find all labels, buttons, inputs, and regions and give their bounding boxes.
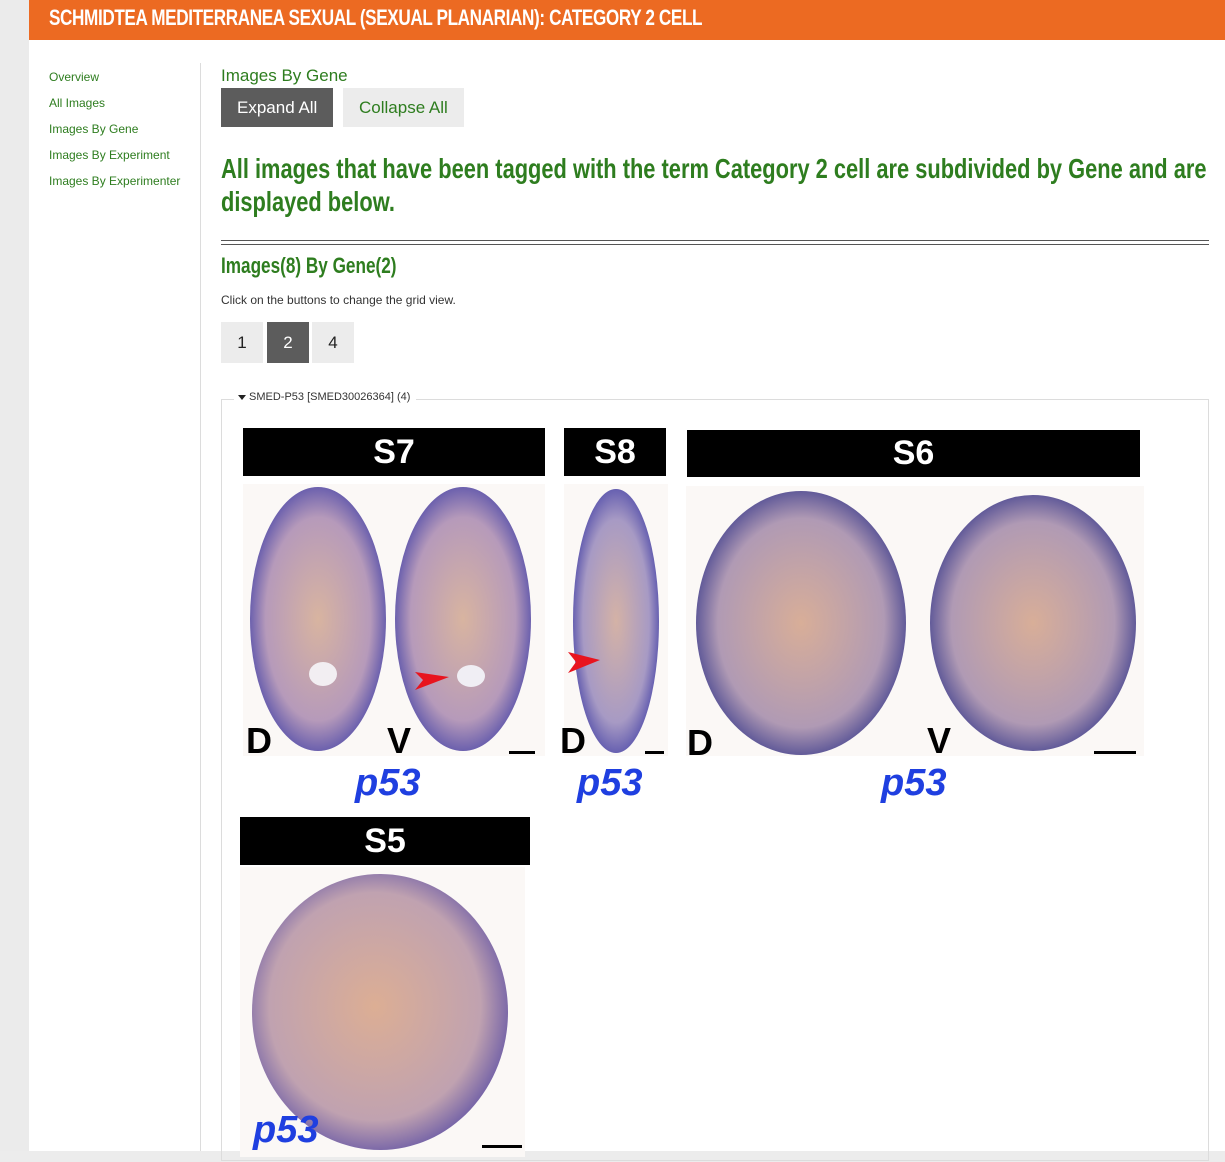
image-tile[interactable]: S8 D p53 [560, 428, 668, 804]
planarian-image [564, 484, 668, 756]
left-gutter [0, 0, 29, 1151]
gene-label: p53 [881, 762, 947, 804]
expand-all-button[interactable]: Expand All [221, 88, 334, 127]
gene-label: p53 [577, 762, 643, 804]
sidebar-item-images-by-experiment[interactable]: Images By Experiment [49, 146, 199, 172]
gene-group-label: SMED-P53 [SMED30026364] (4) [249, 391, 411, 403]
section-divider [221, 240, 1209, 245]
gene-label: p53 [253, 1109, 319, 1151]
sidebar-item-all-images[interactable]: All Images [49, 94, 199, 120]
scale-bar [482, 1145, 522, 1148]
stage-label: S5 [240, 817, 530, 865]
page-header: SCHMIDTEA MEDITERRANEA SEXUAL (SEXUAL PL… [29, 0, 1225, 40]
collapse-all-button[interactable]: Collapse All [343, 88, 464, 127]
orientation-label-v: V [927, 720, 952, 761]
stage-label: S6 [687, 430, 1140, 477]
sidebar-nav: Overview All Images Images By Gene Image… [49, 68, 199, 198]
stage-label: S8 [564, 428, 666, 476]
section-title: Images By Gene [221, 66, 348, 85]
orientation-label-d: D [687, 722, 713, 763]
planarian-image [243, 484, 545, 756]
sidebar-item-overview[interactable]: Overview [49, 68, 199, 94]
gene-group-toggle[interactable]: SMED-P53 [SMED30026364] (4) [234, 391, 417, 403]
planarian-image [686, 486, 1144, 756]
scale-bar [509, 751, 535, 754]
image-tile[interactable]: S7 D V p53 [243, 428, 545, 804]
image-tile[interactable]: S5 p53 [240, 817, 531, 1157]
triangle-down-icon [238, 394, 246, 400]
gene-label: p53 [355, 762, 421, 804]
image-tile[interactable]: S6 D V p53 [686, 428, 1146, 804]
page: SCHMIDTEA MEDITERRANEA SEXUAL (SEXUAL PL… [29, 0, 1225, 1161]
sidebar-divider [200, 63, 201, 1151]
scale-bar [1094, 751, 1136, 754]
orientation-label-d: D [560, 720, 586, 761]
page-title: SCHMIDTEA MEDITERRANEA SEXUAL (SEXUAL PL… [49, 5, 703, 30]
grid-4-button[interactable]: 4 [312, 322, 354, 363]
orientation-label-v: V [387, 720, 412, 761]
stage-label: S7 [243, 428, 545, 476]
gene-group: SMED-P53 [SMED30026364] (4) S7 D V p53 S… [221, 391, 1209, 1161]
sidebar-item-images-by-experimenter[interactable]: Images By Experimenter [49, 172, 199, 198]
grid-hint-text: Click on the buttons to change the grid … [221, 293, 456, 307]
grid-2-button[interactable]: 2 [267, 322, 309, 363]
sidebar-item-images-by-gene[interactable]: Images By Gene [49, 120, 199, 146]
intro-text: All images that have been tagged with th… [221, 153, 1207, 217]
grid-1-button[interactable]: 1 [221, 322, 263, 363]
scale-bar [645, 751, 664, 754]
images-count-title: Images(8) By Gene(2) [221, 253, 397, 278]
orientation-label-d: D [246, 720, 272, 761]
